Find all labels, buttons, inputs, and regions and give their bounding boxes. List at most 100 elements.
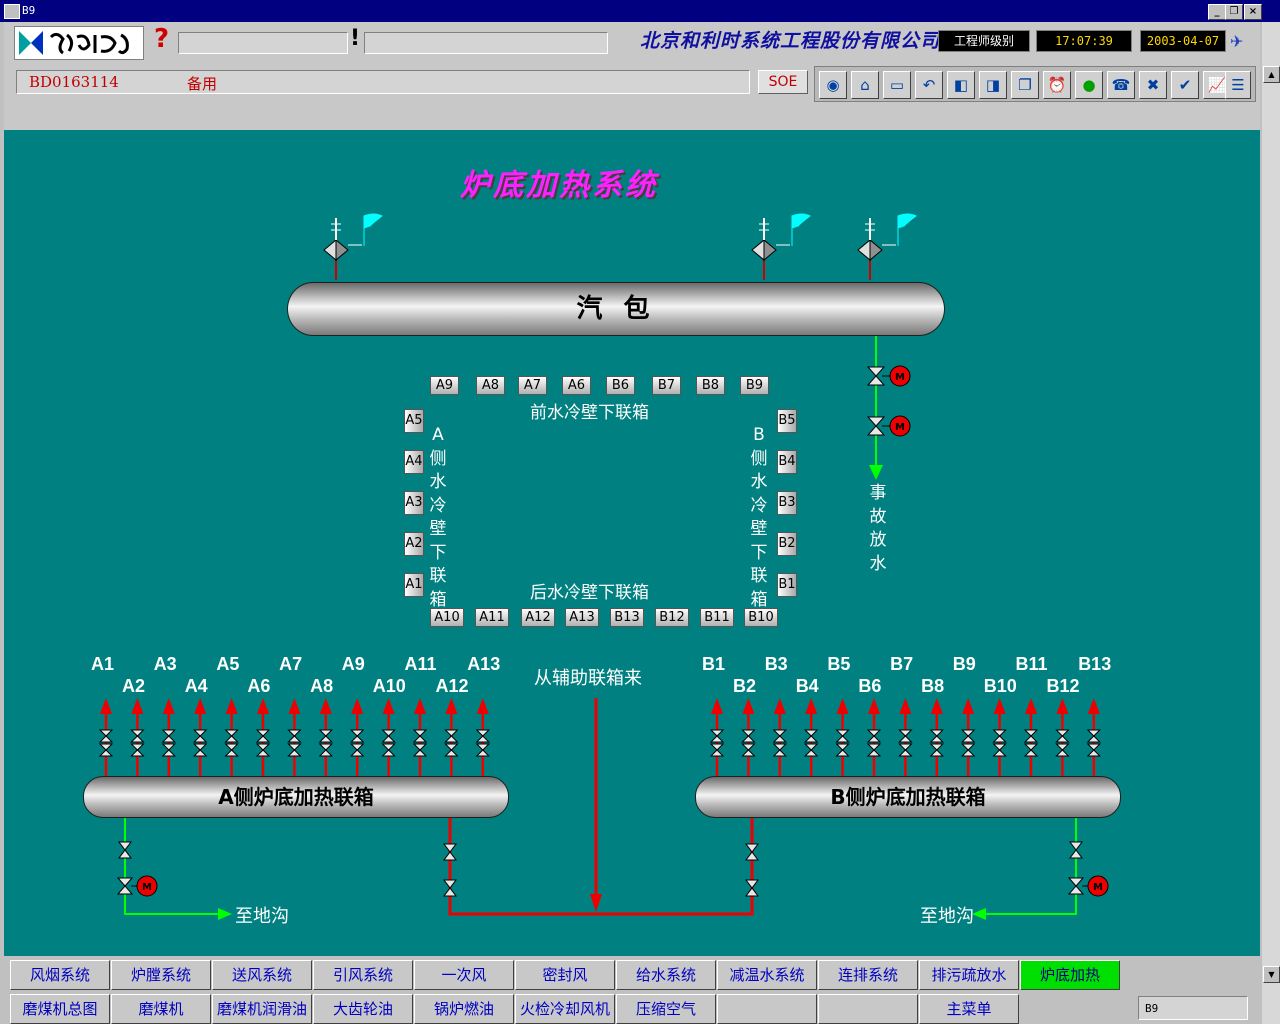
branch-riser[interactable] <box>287 698 302 776</box>
header-box[interactable]: A9 <box>430 376 459 395</box>
branch-riser[interactable] <box>349 698 365 776</box>
nav-button[interactable]: 主菜单 <box>919 994 1019 1024</box>
nav-button[interactable]: 给水系统 <box>616 960 716 990</box>
header-box[interactable]: A8 <box>476 376 505 395</box>
header-box[interactable]: B3 <box>777 491 797 515</box>
branch-riser[interactable] <box>224 698 239 776</box>
branch-riser[interactable] <box>898 698 913 776</box>
manual-valve-icon[interactable] <box>381 729 396 743</box>
manual-valve-icon[interactable] <box>443 843 457 861</box>
nav-button[interactable]: 送风系统 <box>212 960 312 990</box>
manual-valve-icon[interactable] <box>287 743 302 757</box>
manual-valve-icon[interactable] <box>835 729 850 743</box>
manual-valve-icon[interactable] <box>381 743 396 757</box>
close-button[interactable]: × <box>1244 4 1262 20</box>
manual-valve-icon[interactable] <box>444 743 459 757</box>
header-box[interactable]: B7 <box>652 376 681 395</box>
alarm-list-icon[interactable]: ☎ <box>1107 71 1135 99</box>
manual-valve-icon[interactable] <box>960 729 976 743</box>
manual-valve-icon[interactable] <box>745 843 759 861</box>
manual-valve-icon[interactable] <box>130 743 145 757</box>
nav-button[interactable]: 火检冷却风机 <box>515 994 615 1024</box>
header-box[interactable]: B6 <box>606 376 635 395</box>
manual-valve-icon[interactable] <box>1023 743 1039 757</box>
status-light-icon[interactable]: ● <box>1075 71 1103 99</box>
manual-valve-icon[interactable] <box>803 743 819 757</box>
manual-valve-icon[interactable] <box>318 729 334 743</box>
manual-valve-icon[interactable] <box>803 729 819 743</box>
branch-riser[interactable] <box>992 698 1007 776</box>
manual-valve-icon[interactable] <box>1086 729 1102 743</box>
manual-valve-icon[interactable] <box>98 743 114 757</box>
branch-riser[interactable] <box>709 698 725 776</box>
branch-riser[interactable] <box>381 698 396 776</box>
branch-riser[interactable] <box>161 698 177 776</box>
manual-valve-icon[interactable] <box>475 729 491 743</box>
manual-valve-icon[interactable] <box>866 729 882 743</box>
report-icon[interactable]: ☰ <box>1225 71 1251 99</box>
manual-valve-icon[interactable] <box>741 729 756 743</box>
back-icon[interactable]: ↶ <box>915 71 943 99</box>
branch-riser[interactable] <box>929 698 945 776</box>
nav-button[interactable]: 压缩空气 <box>616 994 716 1024</box>
a-heating-header[interactable]: A侧炉底加热联箱 <box>83 776 509 818</box>
manual-valve-icon[interactable] <box>929 743 945 757</box>
manual-valve-icon[interactable] <box>1055 729 1070 743</box>
header-box[interactable]: A1 <box>404 573 424 597</box>
manual-valve-icon[interactable] <box>224 743 239 757</box>
manual-valve-icon[interactable] <box>475 743 491 757</box>
nav-button[interactable]: 磨煤机总图 <box>10 994 110 1024</box>
branch-riser[interactable] <box>741 698 756 776</box>
exit-icon[interactable]: ✈ <box>1230 32 1243 51</box>
manual-valve-icon[interactable] <box>1055 743 1070 757</box>
header-box[interactable]: B9 <box>740 376 769 395</box>
manual-valve-icon[interactable] <box>161 729 177 743</box>
branch-riser[interactable] <box>835 698 850 776</box>
alarm-icon[interactable]: ! <box>350 26 360 51</box>
nav-button[interactable]: 引风系统 <box>313 960 413 990</box>
home-icon[interactable]: ⌂ <box>851 71 879 99</box>
header-box[interactable]: B1 <box>777 573 797 597</box>
branch-riser[interactable] <box>960 698 976 776</box>
manual-valve-icon[interactable] <box>709 729 725 743</box>
header-box[interactable]: B12 <box>655 608 689 627</box>
nav-button[interactable]: 磨煤机 <box>111 994 211 1024</box>
manual-valve-icon[interactable] <box>98 729 114 743</box>
b-heating-header[interactable]: B侧炉底加热联箱 <box>695 776 1121 818</box>
restore-button[interactable]: ❐ <box>1225 4 1243 20</box>
header-box[interactable]: A11 <box>475 608 509 627</box>
branch-riser[interactable] <box>444 698 459 776</box>
manual-valve-icon[interactable] <box>898 729 913 743</box>
manual-valve-icon[interactable] <box>960 743 976 757</box>
manual-valve-icon[interactable] <box>835 743 850 757</box>
manual-valve-icon[interactable] <box>255 743 271 757</box>
overview-icon[interactable]: ◉ <box>819 71 847 99</box>
manual-valve-icon[interactable] <box>992 743 1007 757</box>
motor-valve-icon[interactable]: M <box>116 875 158 897</box>
header-box[interactable]: B5 <box>777 409 797 433</box>
manual-valve-icon[interactable] <box>287 729 302 743</box>
manual-valve-icon[interactable] <box>443 879 457 897</box>
manual-valve-icon[interactable] <box>745 879 759 897</box>
manual-valve-icon[interactable] <box>1086 743 1102 757</box>
header-box[interactable]: A6 <box>562 376 591 395</box>
manual-valve-icon[interactable] <box>709 743 725 757</box>
app-icon[interactable] <box>4 4 20 19</box>
next-page-icon[interactable]: ◨ <box>979 71 1007 99</box>
branch-riser[interactable] <box>130 698 145 776</box>
header-box[interactable]: A2 <box>404 532 424 556</box>
nav-button[interactable]: 磨煤机润滑油 <box>212 994 312 1024</box>
nav-button[interactable]: 大齿轮油 <box>313 994 413 1024</box>
header-box[interactable]: A5 <box>404 409 424 433</box>
branch-riser[interactable] <box>98 698 114 776</box>
windows-icon[interactable]: ❐ <box>1011 71 1039 99</box>
header-box[interactable]: B8 <box>696 376 725 395</box>
steam-drum[interactable]: 汽 包 <box>287 282 945 336</box>
branch-riser[interactable] <box>192 698 208 776</box>
manual-valve-icon[interactable] <box>929 729 945 743</box>
manual-valve-icon[interactable] <box>1069 841 1083 859</box>
manual-valve-icon[interactable] <box>224 729 239 743</box>
nav-button[interactable]: 密封风 <box>515 960 615 990</box>
header-box[interactable]: B2 <box>777 532 797 556</box>
nav-button[interactable]: 风烟系统 <box>10 960 110 990</box>
